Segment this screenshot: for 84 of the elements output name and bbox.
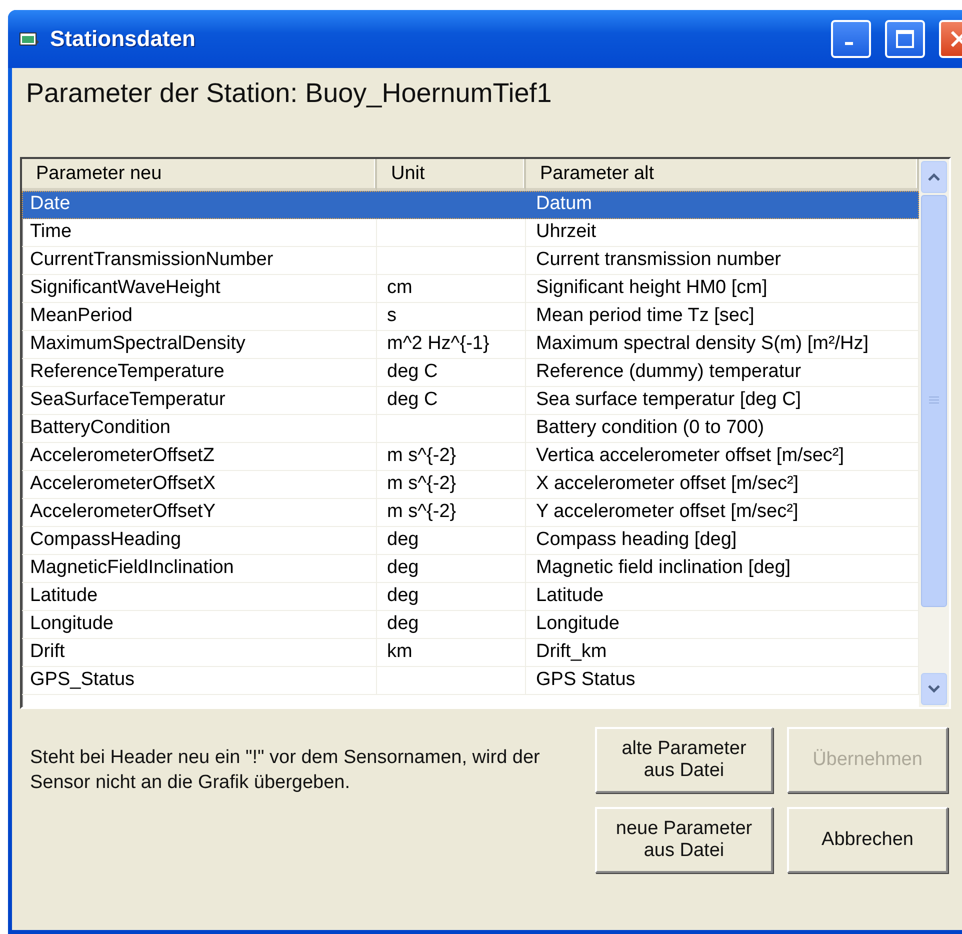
table-cell: GPS_Status — [22, 667, 377, 695]
table-cell: deg — [377, 527, 526, 555]
table-cell: SeaSurfaceTemperatur — [22, 387, 377, 415]
table-cell: AccelerometerOffsetY — [22, 499, 377, 527]
grip-icon[interactable] — [929, 396, 939, 406]
table-cell: Current transmission number — [526, 247, 919, 275]
table-cell: Battery condition (0 to 700) — [526, 415, 919, 443]
table-cell: Mean period time Tz [sec] — [526, 303, 919, 331]
table-cell: deg — [377, 555, 526, 583]
table-cell: Drift_km — [526, 639, 919, 667]
scroll-down-icon[interactable] — [927, 684, 941, 694]
table-cell: s — [377, 303, 526, 331]
station-heading: Parameter der Station: Buoy_HoernumTief1 — [26, 78, 553, 109]
table-cell: ReferenceTemperature — [22, 359, 377, 387]
maximize-button[interactable] — [885, 20, 925, 58]
table-row[interactable]: GPS_Status GPS Status — [22, 667, 919, 695]
table-cell: Longitude — [526, 611, 919, 639]
table-cell: Maximum spectral density S(m) [m²/Hz] — [526, 331, 919, 359]
table-cell: Latitude — [22, 583, 377, 611]
table-cell: CurrentTransmissionNumber — [22, 247, 377, 275]
table-cell: Compass heading [deg] — [526, 527, 919, 555]
table-cell: Magnetic field inclination [deg] — [526, 555, 919, 583]
table-cell: m s^{-2} — [377, 499, 526, 527]
table-cell: BatteryCondition — [22, 415, 377, 443]
table-row[interactable]: ReferenceTemperature deg C Reference (dummy) temperatur — [22, 359, 919, 387]
scrollbar[interactable] — [919, 159, 949, 707]
table-cell: Date — [22, 191, 377, 219]
minimize-button[interactable] — [831, 20, 871, 58]
table-cell: Sea surface temperatur [deg C] — [526, 387, 919, 415]
column-header[interactable]: Parameter alt — [526, 159, 919, 191]
table-cell: m s^{-2} — [377, 471, 526, 499]
table-row[interactable]: AccelerometerOffsetZ m s^{-2} Vertica accelerometer offset [m/sec²] — [22, 443, 919, 471]
window-icon — [18, 30, 40, 48]
table-cell: Y accelerometer offset [m/sec²] — [526, 499, 919, 527]
table-row[interactable]: Latitude deg Latitude — [22, 583, 919, 611]
dialog-button[interactable]: alte Parameter aus Datei — [595, 727, 773, 793]
table-cell: MagneticFieldInclination — [22, 555, 377, 583]
dialog-button[interactable]: neue Parameter aus Datei — [595, 807, 773, 873]
dialog-button[interactable]: Abbrechen — [787, 807, 948, 873]
table-cell: MaximumSpectralDensity — [22, 331, 377, 359]
table-cell: cm — [377, 275, 526, 303]
table-cell: Vertica accelerometer offset [m/sec²] — [526, 443, 919, 471]
table-row[interactable]: Longitude deg Longitude — [22, 611, 919, 639]
table-cell: km — [377, 639, 526, 667]
table-cell: Longitude — [22, 611, 377, 639]
table-row[interactable]: CurrentTransmissionNumber Current transmission number — [22, 247, 919, 275]
column-header[interactable]: Unit — [377, 159, 526, 191]
table-cell: Drift — [22, 639, 377, 667]
column-header[interactable]: Parameter neu — [22, 159, 377, 191]
table-row[interactable]: SignificantWaveHeight cm Significant height HM0 [cm] — [22, 275, 919, 303]
table-row[interactable]: BatteryCondition Battery condition (0 to 700) — [22, 415, 919, 443]
table-row[interactable]: Drift km Drift_km — [22, 639, 919, 667]
table-row[interactable]: CompassHeading deg Compass heading [deg] — [22, 527, 919, 555]
table-cell: Significant height HM0 [cm] — [526, 275, 919, 303]
table-row[interactable]: MaximumSpectralDensity m^2 Hz^{-1} Maximum spectral density S(m) [m²/Hz] — [22, 331, 919, 359]
table-row[interactable]: AccelerometerOffsetY m s^{-2} Y accelerometer offset [m/sec²] — [22, 499, 919, 527]
table-cell: Uhrzeit — [526, 219, 919, 247]
table-row[interactable]: Date Datum — [22, 191, 919, 219]
table-cell: Time — [22, 219, 377, 247]
table-cell: CompassHeading — [22, 527, 377, 555]
table-cell: deg — [377, 611, 526, 639]
table-row[interactable]: AccelerometerOffsetX m s^{-2} X accelerometer offset [m/sec²] — [22, 471, 919, 499]
table-row[interactable]: SeaSurfaceTemperatur deg C Sea surface temperatur [deg C] — [22, 387, 919, 415]
table-cell: MeanPeriod — [22, 303, 377, 331]
table-cell: Reference (dummy) temperatur — [526, 359, 919, 387]
table-cell: AccelerometerOffsetX — [22, 471, 377, 499]
table-cell: SignificantWaveHeight — [22, 275, 377, 303]
table-cell: Datum — [526, 191, 919, 219]
scroll-up-icon[interactable] — [927, 172, 941, 182]
table-cell: X accelerometer offset [m/sec²] — [526, 471, 919, 499]
table-cell: deg C — [377, 387, 526, 415]
table-cell: m^2 Hz^{-1} — [377, 331, 526, 359]
table-row[interactable]: MeanPeriod s Mean period time Tz [sec] — [22, 303, 919, 331]
table-row[interactable]: Time Uhrzeit — [22, 219, 919, 247]
maximize-icon[interactable] — [895, 29, 915, 49]
window-title: Stationsdaten — [50, 26, 196, 52]
table-cell: AccelerometerOffsetZ — [22, 443, 377, 471]
table-cell: deg C — [377, 359, 526, 387]
table-cell: m s^{-2} — [377, 443, 526, 471]
table-cell: deg — [377, 583, 526, 611]
table-row[interactable]: MagneticFieldInclination deg Magnetic field inclination [deg] — [22, 555, 919, 583]
table-cell: GPS Status — [526, 667, 919, 695]
table-cell: Latitude — [526, 583, 919, 611]
hint-text: Steht bei Header neu ein "!" vor dem Sensornamen, wird der Sensor nicht an die Grafik übergeben. — [30, 746, 541, 795]
